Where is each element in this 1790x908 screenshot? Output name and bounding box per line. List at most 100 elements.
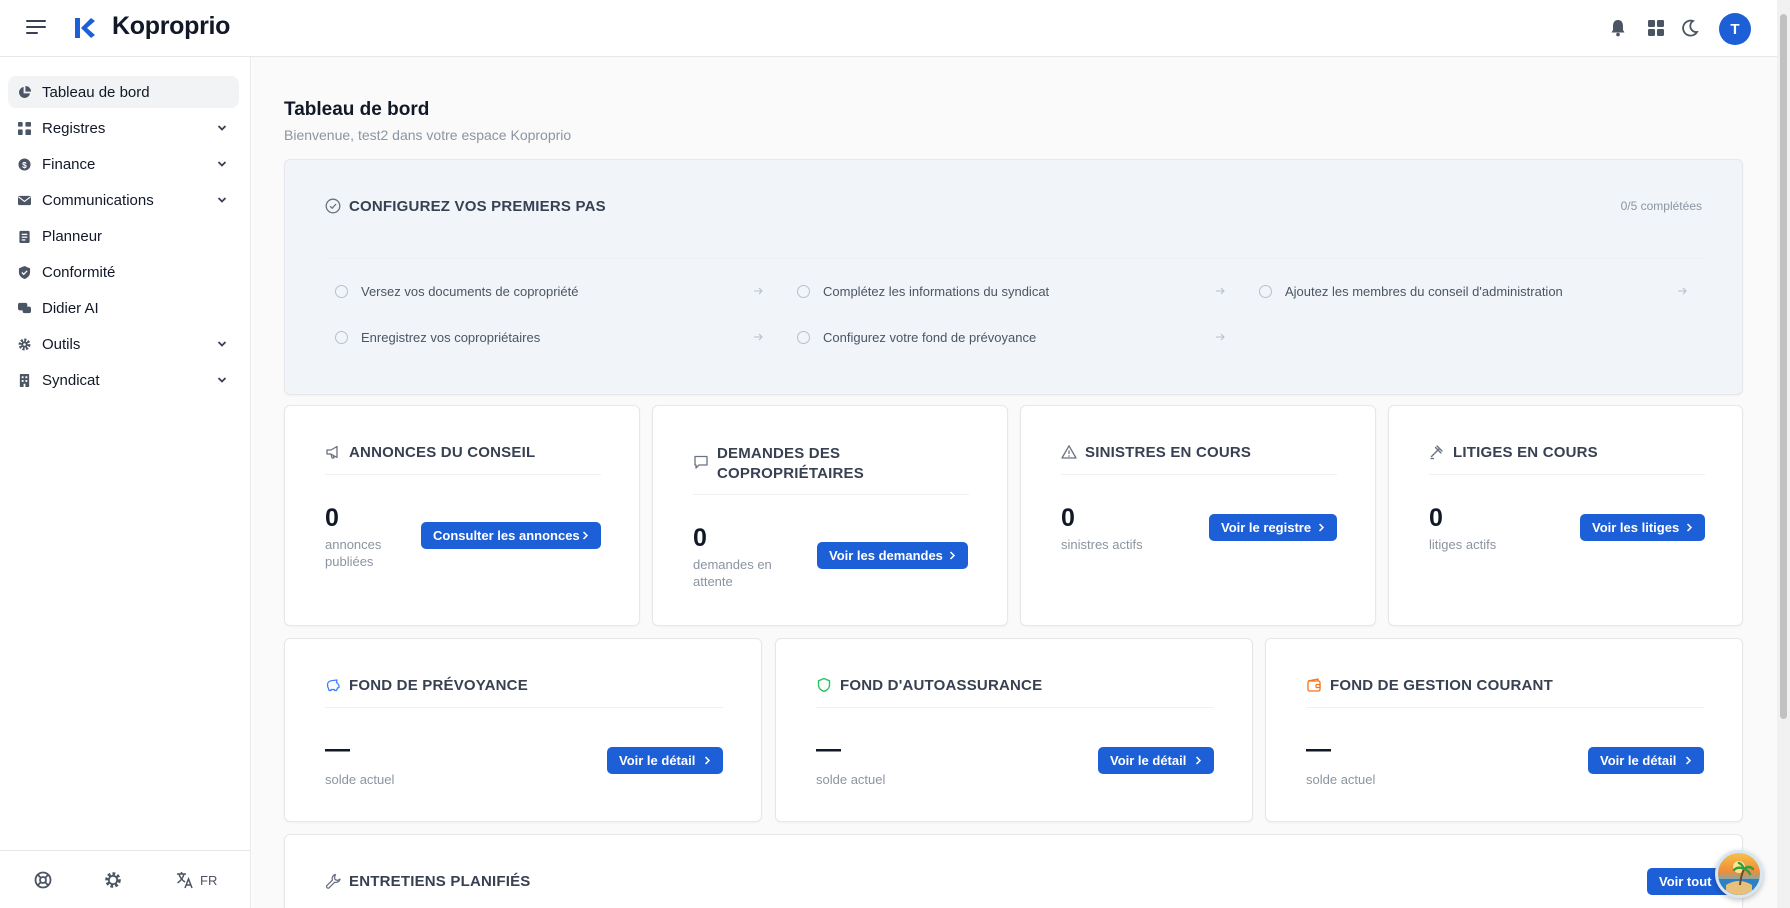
bell-icon[interactable]	[1608, 18, 1628, 38]
consulter-annonces-button[interactable]: Consulter les annonces	[421, 522, 601, 549]
sidebar-item-conformite[interactable]: Conformité	[8, 256, 239, 288]
menu-icon[interactable]	[26, 18, 48, 36]
setup-card: CONFIGUREZ VOS PREMIERS PAS 0/5 complété…	[284, 159, 1743, 395]
lifebuoy-icon	[34, 871, 52, 889]
gear-icon	[18, 338, 31, 351]
step-status-circle	[1259, 285, 1272, 298]
divider	[325, 707, 723, 708]
mail-icon	[18, 195, 31, 206]
sidebar-item-outils[interactable]: Outils	[8, 328, 239, 360]
language-button[interactable]: FR	[176, 871, 217, 889]
sidebar-item-label: Didier AI	[42, 300, 99, 317]
fond-autoassurance-card: FOND D'AUTOASSURANCE — solde actuel Voir…	[775, 638, 1253, 822]
voir-detail-prevoyance-button[interactable]: Voir le détail	[607, 747, 723, 774]
stat-value: 0	[1429, 504, 1443, 532]
divider	[816, 707, 1214, 708]
koproprio-logo-icon	[75, 18, 95, 38]
setup-step-coproprietaires[interactable]: Enregistrez vos copropriétaires	[325, 320, 771, 354]
fund-label: solde actuel	[816, 772, 886, 787]
button-label: Voir les litiges	[1592, 520, 1680, 535]
setup-title: CONFIGUREZ VOS PREMIERS PAS	[349, 198, 606, 215]
sidebar-item-syndicat[interactable]: Syndicat	[8, 364, 239, 396]
page-scrollbar[interactable]	[1777, 0, 1790, 908]
voir-detail-autoassurance-button[interactable]: Voir le détail	[1098, 747, 1214, 774]
moon-icon[interactable]	[1680, 18, 1700, 38]
setup-step-syndicat[interactable]: Complétez les informations du syndicat	[787, 274, 1233, 308]
divider	[325, 258, 1705, 259]
svg-text:$: $	[22, 160, 27, 170]
scrollbar-thumb[interactable]	[1780, 14, 1787, 719]
assistant-launcher-button[interactable]	[1715, 850, 1763, 898]
sidebar-item-label: Tableau de bord	[42, 84, 150, 101]
shield-icon	[817, 677, 831, 693]
fond-prevoyance-card: FOND DE PRÉVOYANCE — solde actuel Voir l…	[284, 638, 762, 822]
arrow-right-icon	[754, 287, 763, 295]
chevron-right-icon	[1685, 756, 1692, 765]
stat-label: demandes en attente	[693, 557, 772, 589]
divider	[1306, 707, 1704, 708]
chat-icon	[18, 302, 31, 314]
voir-detail-gestion-button[interactable]: Voir le détail	[1588, 747, 1704, 774]
annonces-card: ANNONCES DU CONSEIL 0 annonces publiées …	[284, 405, 640, 626]
sidebar-item-finance[interactable]: $ Finance	[8, 148, 239, 180]
megaphone-icon	[326, 445, 338, 459]
pie-chart-icon	[19, 86, 31, 98]
shield-check-icon	[18, 266, 31, 279]
sidebar-item-didier-ai[interactable]: Didier AI	[8, 292, 239, 324]
piggy-bank-icon	[326, 679, 340, 692]
language-label: FR	[200, 872, 218, 888]
fund-value: —	[816, 735, 841, 763]
sidebar-footer: FR	[0, 850, 251, 908]
stat-label: sinistres actifs	[1061, 537, 1143, 552]
sidebar-item-label: Outils	[42, 336, 81, 353]
wallet-icon	[1307, 678, 1321, 692]
chevron-right-icon	[1318, 523, 1325, 532]
sidebar-item-communications[interactable]: Communications	[8, 184, 239, 216]
sidebar-item-label: Planneur	[42, 228, 103, 245]
stat-value: 0	[693, 524, 707, 552]
main-content: Tableau de bord Bienvenue, test2 dans vo…	[252, 57, 1777, 908]
user-avatar[interactable]: T	[1719, 13, 1751, 45]
entretiens-card: ENTRETIENS PLANIFIÉS Voir tout	[284, 834, 1743, 908]
voir-demandes-button[interactable]: Voir les demandes	[817, 542, 968, 569]
settings-button[interactable]	[104, 871, 122, 889]
sinistres-card: SINISTRES EN COURS 0 sinistres actifs Vo…	[1020, 405, 1376, 626]
divider	[693, 494, 969, 495]
chevron-right-icon	[704, 756, 711, 765]
stat-value: 0	[325, 504, 339, 532]
step-label: Ajoutez les membres du conseil d'adminis…	[1285, 284, 1563, 299]
chevron-down-icon	[217, 377, 227, 383]
page-subtitle: Bienvenue, test2 dans votre espace Kopro…	[284, 127, 572, 143]
setup-step-documents[interactable]: Versez vos documents de copropriété	[325, 274, 771, 308]
button-label: Consulter les annonces	[433, 528, 580, 543]
step-status-circle	[335, 285, 348, 298]
chevron-right-icon	[1195, 756, 1202, 765]
chevron-right-icon	[582, 531, 589, 540]
brand-name[interactable]: Koproprio	[112, 12, 230, 41]
wrench-icon	[325, 873, 341, 889]
button-label: Voir le détail	[1110, 753, 1187, 768]
voir-litiges-button[interactable]: Voir les litiges	[1580, 514, 1705, 541]
sidebar-item-planneur[interactable]: Planneur	[8, 220, 239, 252]
dollar-icon: $	[18, 158, 31, 171]
setup-step-conseil[interactable]: Ajoutez les membres du conseil d'adminis…	[1249, 274, 1695, 308]
building-icon	[19, 374, 30, 387]
divider	[1429, 474, 1705, 475]
warning-icon	[1061, 445, 1077, 459]
grid-icon[interactable]	[1646, 18, 1666, 38]
stat-label: annonces publiées	[325, 537, 382, 569]
sidebar-item-registres[interactable]: Registres	[8, 112, 239, 144]
button-label: Voir le registre	[1221, 520, 1312, 535]
fund-label: solde actuel	[1306, 772, 1376, 787]
help-button[interactable]	[34, 871, 52, 889]
setup-step-fond-prevoyance[interactable]: Configurez votre fond de prévoyance	[787, 320, 1233, 354]
fond-gestion-courant-card: FOND DE GESTION COURANT — solde actuel V…	[1265, 638, 1743, 822]
sidebar-item-label: Registres	[42, 120, 106, 137]
button-label: Voir le détail	[619, 753, 696, 768]
step-label: Complétez les informations du syndicat	[823, 284, 1050, 299]
voir-registre-button[interactable]: Voir le registre	[1209, 514, 1337, 541]
arrow-right-icon	[1216, 333, 1225, 341]
setup-progress: 0/5 complétées	[1620, 199, 1702, 213]
check-circle-icon	[325, 198, 341, 214]
sidebar-item-tableau-de-bord[interactable]: Tableau de bord	[8, 76, 239, 108]
